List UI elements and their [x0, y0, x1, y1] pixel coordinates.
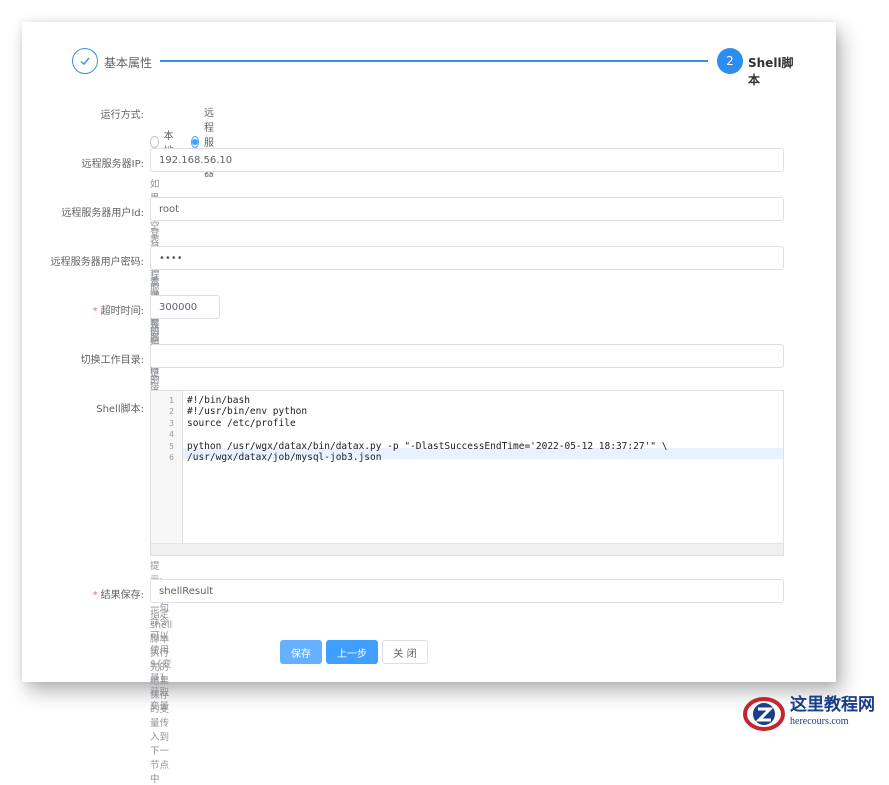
line-number: 2 [169, 407, 174, 417]
step-1-done[interactable] [72, 48, 98, 74]
code-line[interactable]: #!/usr/bin/env python [187, 406, 783, 417]
result-save-input[interactable]: shellResult [150, 579, 784, 603]
save-button[interactable]: 保存 [280, 640, 322, 664]
required-mark: * [92, 306, 98, 317]
remote-user-label: 远程服务器用户Id: [61, 208, 144, 219]
remote-ip-label: 远程服务器IP: [81, 159, 144, 170]
result-save-label-text: 结果保存: [100, 590, 144, 601]
step-1-label: 基本属性 [104, 56, 153, 70]
editor-horizontal-scrollbar[interactable] [151, 543, 783, 555]
code-line[interactable]: source /etc/profile [187, 418, 783, 429]
watermark-text: 这里教程网 herecours.com [790, 695, 875, 729]
result-save-hint: 指定shell脚本执行完的结果保存的变量传入到下一节点中 [150, 609, 173, 785]
run-mode-label: 运行方式: [100, 110, 144, 121]
line-number: 5 [169, 441, 174, 451]
previous-step-button[interactable]: 上一步 [326, 640, 378, 664]
watermark: 这里教程网 herecours.com [742, 690, 887, 734]
remote-password-label: 远程服务器用户密码: [50, 257, 144, 268]
close-button[interactable]: 关 闭 [382, 640, 428, 664]
watermark-logo-icon [742, 692, 786, 732]
remote-ip-input[interactable]: 192.168.56.10 [150, 148, 784, 172]
work-dir-label: 切换工作目录: [80, 355, 144, 366]
radio-local-circle[interactable] [150, 135, 159, 148]
code-line[interactable]: python /usr/wgx/datax/bin/datax.py -p "-… [187, 441, 783, 452]
watermark-title: 这里教程网 [790, 695, 875, 715]
watermark-url: herecours.com [790, 716, 849, 727]
step-connector [160, 60, 708, 62]
remote-user-input[interactable]: root [150, 197, 784, 221]
timeout-input[interactable]: 300000 [150, 295, 220, 319]
step-2-label: Shell脚本 [748, 56, 794, 87]
work-dir-input[interactable] [150, 344, 784, 368]
required-mark: * [92, 590, 98, 601]
line-number: 3 [169, 418, 174, 428]
remote-password-input[interactable]: •••• [150, 246, 784, 270]
steps-bar: 基本属性 2 Shell脚本 [72, 48, 802, 87]
editor-code[interactable]: #!/bin/bash #!/usr/bin/env python source… [187, 391, 783, 463]
timeout-label-text: 超时时间: [100, 306, 144, 317]
line-number: 1 [169, 396, 174, 405]
check-icon [80, 57, 90, 65]
timeout-label: * 超时时间: [22, 302, 144, 317]
code-line[interactable]: /usr/wgx/datax/job/mysql-job3.json [187, 452, 783, 463]
radio-remote-circle[interactable] [191, 135, 199, 148]
line-number: 6 [169, 452, 174, 462]
result-save-label: * 结果保存: [22, 586, 144, 601]
shell-script-editor[interactable]: 1 2 3 4 5 6 #!/bin/bash #!/usr/bin/env p… [150, 390, 784, 556]
step-2-active[interactable]: 2 [717, 48, 743, 74]
editor-gutter: 1 2 3 4 5 6 [151, 391, 183, 545]
line-number: 4 [169, 430, 174, 440]
shell-script-label: Shell脚本: [96, 404, 144, 415]
code-line[interactable]: #!/bin/bash [187, 395, 783, 406]
code-line[interactable] [187, 429, 783, 440]
form-card: 基本属性 2 Shell脚本 运行方式: 本地 远程服务器 远程服务器IP: 1… [22, 22, 836, 785]
